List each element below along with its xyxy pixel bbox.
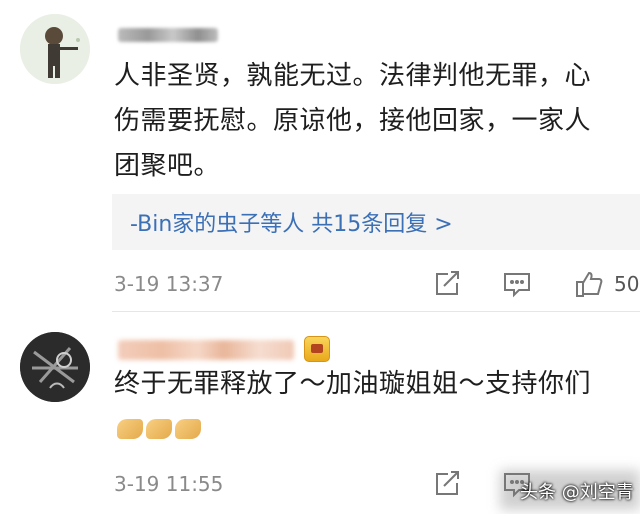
comment-time: 3-19 13:37 xyxy=(114,272,224,296)
comment-text-content: 终于无罪释放了～加油璇姐姐～支持你们 xyxy=(114,369,592,399)
like-icon[interactable] xyxy=(574,270,604,298)
reply-thread-summary[interactable]: -Bin家的虫子等人 共15条回复 > xyxy=(112,194,640,250)
username-blurred[interactable] xyxy=(118,28,218,42)
flexed-biceps-emoji xyxy=(175,419,201,439)
comment-text: 终于无罪释放了～加油璇姐姐～支持你们 xyxy=(114,362,614,452)
username-blurred[interactable] xyxy=(118,340,294,360)
vip-badge-icon xyxy=(304,336,330,362)
comment-time: 3-19 11:55 xyxy=(114,472,224,496)
comment-footer: 3-19 13:37 50 xyxy=(0,270,640,300)
share-icon[interactable] xyxy=(432,470,462,498)
avatar[interactable] xyxy=(20,332,90,402)
comment-text: 人非圣贤，孰能无过。法律判他无罪，心伤需要抚慰。原谅他，接他回家，一家人团聚吧。 xyxy=(114,61,592,181)
watermark: 头条 @刘空青 xyxy=(520,482,634,503)
like-count: 50 xyxy=(614,272,640,296)
comment-icon[interactable] xyxy=(502,270,532,298)
comment-item: 人非圣贤，孰能无过。法律判他无罪，心伤需要抚慰。原谅他，接他回家，一家人团聚吧。… xyxy=(0,0,640,310)
flexed-biceps-emoji xyxy=(146,419,172,439)
flexed-biceps-emoji xyxy=(117,419,143,439)
share-icon[interactable] xyxy=(432,270,462,298)
avatar[interactable] xyxy=(20,14,90,84)
reply-thread-link[interactable]: -Bin家的虫子等人 共15条回复 > xyxy=(130,206,453,238)
comment-divider xyxy=(112,311,640,312)
